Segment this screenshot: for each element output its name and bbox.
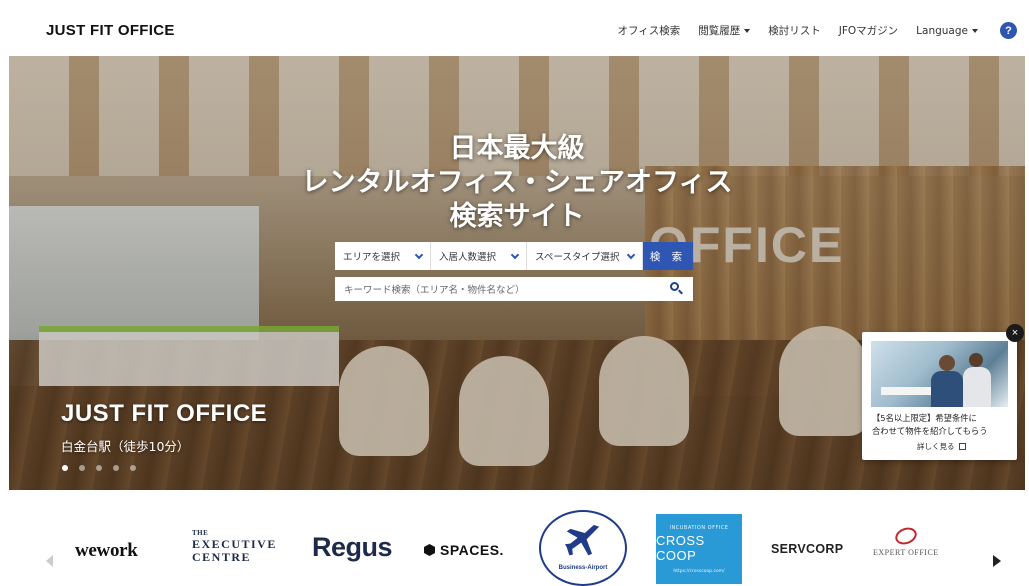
nav-office-search-label: オフィス検索: [617, 25, 681, 37]
carousel-dot[interactable]: [62, 465, 68, 471]
nav-language-label: Language: [916, 24, 968, 37]
brand-logo-text: CROSS COOP: [656, 532, 705, 563]
popup-photo: [871, 341, 1008, 407]
brand-logo-executive-centre[interactable]: THE EXECUTIVE CENTRE: [192, 529, 277, 564]
brand-logo-expert-office[interactable]: EXPERT OFFICE: [873, 524, 939, 557]
brand-logo-crosscoop[interactable]: INCUBATION OFFICE CROSS COOP https://cro…: [656, 514, 742, 584]
brand-logo-text: SERVCORP: [771, 542, 844, 556]
brand-logo-text: CENTRE: [192, 550, 252, 564]
area-select-label: エリアを選択: [343, 252, 401, 263]
brand-logo-text: https://crosscoop.com/: [673, 568, 725, 574]
nav-consider-list[interactable]: 検討リスト: [768, 23, 821, 38]
airplane-icon: [565, 525, 600, 556]
carousel-dot[interactable]: [130, 465, 136, 471]
carousel-prev-arrow-icon[interactable]: [46, 555, 53, 567]
referral-popup-card[interactable]: 【5名以上限定】希望条件に 合わせて物件を紹介してもらう 詳しく見る: [862, 332, 1017, 460]
popup-details-link-label: 詳しく見る: [917, 442, 955, 451]
hero-title: 日本最大級 レンタルオフィス・シェアオフィス 検索サイト: [9, 132, 1025, 234]
popup-text: 【5名以上限定】希望条件に 合わせて物件を紹介してもらう: [872, 412, 1012, 438]
popup-text-line: 【5名以上限定】希望条件に: [872, 413, 977, 423]
nav-consider-list-label: 検討リスト: [768, 25, 821, 37]
keyword-search-placeholder: キーワード検索（エリア名・物件名など）: [344, 285, 525, 296]
carousel-dots: [62, 465, 147, 471]
chevron-down-icon: [414, 250, 424, 259]
search-icon[interactable]: [670, 282, 684, 296]
keyword-search-input[interactable]: キーワード検索（エリア名・物件名など）: [335, 277, 693, 301]
people-count-select[interactable]: 入居人数選択: [431, 242, 527, 270]
chevron-down-icon: [626, 250, 636, 259]
nav-magazine-label: JFOマガジン: [838, 25, 899, 37]
nav-history-label: 閲覧履歴: [698, 25, 741, 37]
brand-logo-servcorp[interactable]: SERVCORP: [771, 542, 843, 556]
hero-title-line: 日本最大級: [449, 133, 585, 164]
nav-magazine[interactable]: JFOマガジン: [839, 23, 898, 38]
chevron-down-icon: [510, 250, 520, 259]
brand-logo-spaces[interactable]: SPACES.: [424, 542, 504, 558]
external-link-icon: [958, 443, 966, 450]
site-logo[interactable]: JUST FIT OFFICE: [46, 22, 175, 39]
hero-title-line: レンタルオフィス・シェアオフィス: [301, 167, 733, 198]
carousel-dot[interactable]: [79, 465, 85, 471]
brand-logo-text: SPACES.: [440, 542, 504, 558]
brand-logo-business-airport[interactable]: Business-Airport: [539, 510, 627, 586]
caret-down-icon: [744, 28, 751, 33]
popup-details-link[interactable]: 詳しく見る: [917, 441, 966, 452]
brand-logo-text: Business-Airport: [558, 565, 608, 571]
carousel-next-arrow-icon[interactable]: [993, 555, 1001, 567]
slide-title: JUST FIT OFFICE: [61, 400, 268, 427]
brand-logo-text: INCUBATION OFFICE: [669, 524, 729, 531]
brand-logo-regus[interactable]: Regus: [312, 532, 393, 563]
nav-language-dropdown[interactable]: Language: [916, 25, 978, 37]
brand-logo-wework[interactable]: wework: [75, 540, 138, 562]
nav-history-dropdown[interactable]: 閲覧履歴: [698, 23, 751, 38]
carousel-dot[interactable]: [113, 465, 119, 471]
main-nav: オフィス検索 閲覧履歴 検討リスト JFOマガジン Language ?: [599, 22, 1017, 39]
brand-logo-text: EXPERT OFFICE: [873, 548, 939, 557]
search-filter-row: エリアを選択 入居人数選択 スペースタイプ選択 検 索: [335, 242, 693, 270]
popup-close-button[interactable]: ×: [1006, 324, 1024, 342]
space-type-select-label: スペースタイプ選択: [535, 252, 620, 263]
hexagon-icon: [424, 544, 435, 556]
carousel-dot[interactable]: [96, 465, 102, 471]
area-select[interactable]: エリアを選択: [335, 242, 431, 270]
slide-subtitle: 白金台駅（徒歩10分）: [61, 439, 190, 454]
space-type-select[interactable]: スペースタイプ選択: [527, 242, 643, 270]
people-count-select-label: 入居人数選択: [439, 252, 497, 263]
brand-carousel: wework THE EXECUTIVE CENTRE Regus SPACES…: [0, 500, 1029, 586]
caret-down-icon: [972, 28, 978, 33]
nav-office-search[interactable]: オフィス検索: [617, 23, 680, 38]
swirl-icon: [892, 524, 919, 548]
help-icon[interactable]: ?: [1000, 22, 1017, 39]
search-button[interactable]: 検 索: [643, 242, 693, 270]
site-header: JUST FIT OFFICE オフィス検索 閲覧履歴 検討リスト JFOマガジ…: [0, 0, 1029, 56]
popup-text-line: 合わせて物件を紹介してもらう: [872, 426, 988, 436]
hero-title-line: 検索サイト: [449, 201, 585, 232]
